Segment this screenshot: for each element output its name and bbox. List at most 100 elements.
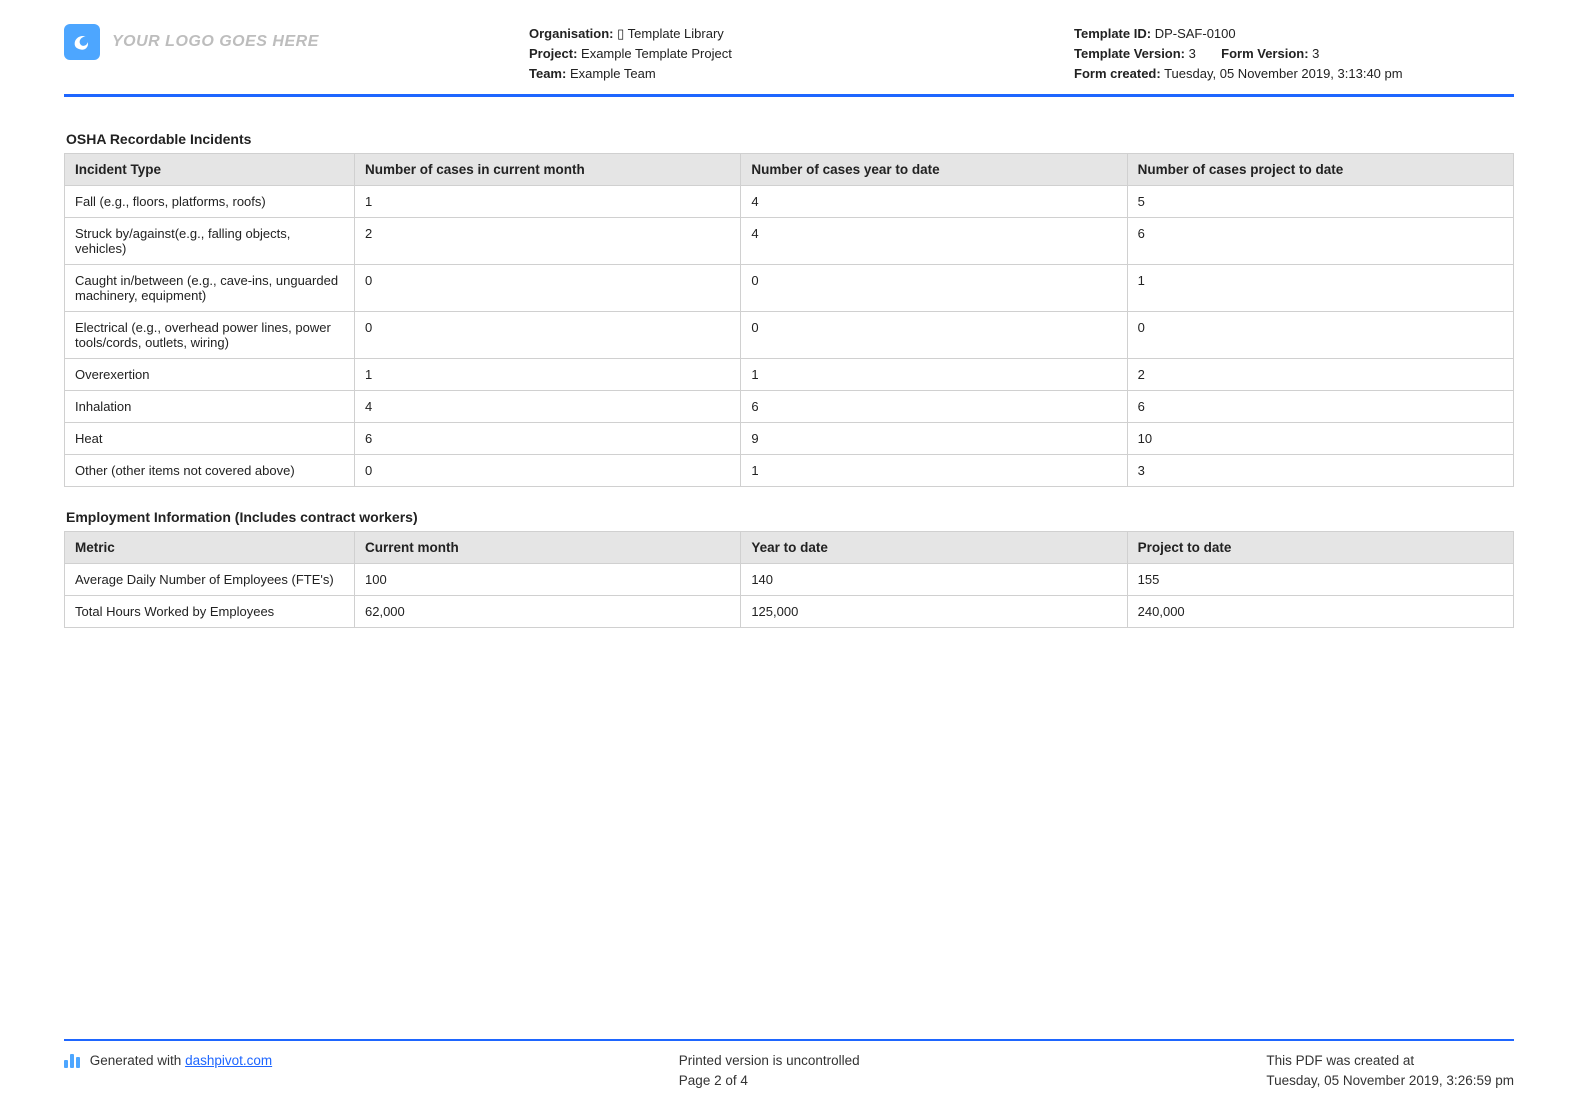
cell-ptd: 240,000 <box>1127 596 1513 628</box>
meta-organisation: Organisation: ▯ Template Library <box>529 24 929 44</box>
cell-ptd: 3 <box>1127 455 1513 487</box>
cell-current: 2 <box>355 218 741 265</box>
meta-template-id: Template ID: DP-SAF-0100 <box>1074 24 1514 44</box>
col-header-current-month: Current month <box>355 532 741 564</box>
form-created-value: Tuesday, 05 November 2019, 3:13:40 pm <box>1164 66 1402 81</box>
cell-incident-type: Electrical (e.g., overhead power lines, … <box>65 312 355 359</box>
cell-ytd: 4 <box>741 218 1127 265</box>
cell-current: 6 <box>355 423 741 455</box>
meta-form-created: Form created: Tuesday, 05 November 2019,… <box>1074 64 1514 84</box>
template-version-label: Template Version: <box>1074 46 1185 61</box>
cell-ytd: 9 <box>741 423 1127 455</box>
table-row: Total Hours Worked by Employees 62,000 1… <box>65 596 1514 628</box>
col-header-metric: Metric <box>65 532 355 564</box>
team-value: Example Team <box>570 66 656 81</box>
template-id-label: Template ID: <box>1074 26 1151 41</box>
meta-project: Project: Example Template Project <box>529 44 929 64</box>
cell-current: 0 <box>355 455 741 487</box>
created-label: This PDF was created at <box>1266 1051 1514 1071</box>
cell-incident-type: Caught in/between (e.g., cave-ins, ungua… <box>65 265 355 312</box>
cell-ytd: 4 <box>741 186 1127 218</box>
cell-current: 62,000 <box>355 596 741 628</box>
table-row: Overexertion 1 1 2 <box>65 359 1514 391</box>
table-header-row: Incident Type Number of cases in current… <box>65 154 1514 186</box>
header-meta-left: Organisation: ▯ Template Library Project… <box>509 24 929 84</box>
col-header-current-month: Number of cases in current month <box>355 154 741 186</box>
cell-current: 1 <box>355 186 741 218</box>
table-row: Average Daily Number of Employees (FTE's… <box>65 564 1514 596</box>
page-footer: Generated with dashpivot.com Printed ver… <box>64 1039 1514 1092</box>
dashpivot-bars-icon <box>64 1054 80 1068</box>
incidents-table: Incident Type Number of cases in current… <box>64 153 1514 487</box>
document-page: YOUR LOGO GOES HERE Organisation: ▯ Temp… <box>0 0 1578 1115</box>
employment-table: Metric Current month Year to date Projec… <box>64 531 1514 628</box>
meta-versions: Template Version: 3 Form Version: 3 <box>1074 44 1514 64</box>
footer-left: Generated with dashpivot.com <box>64 1051 272 1092</box>
cell-ytd: 0 <box>741 312 1127 359</box>
dashpivot-link[interactable]: dashpivot.com <box>185 1053 272 1068</box>
cell-ptd: 10 <box>1127 423 1513 455</box>
cell-current: 0 <box>355 265 741 312</box>
table-row: Inhalation 4 6 6 <box>65 391 1514 423</box>
organisation-value: ▯ Template Library <box>617 26 724 41</box>
cell-incident-type: Other (other items not covered above) <box>65 455 355 487</box>
cell-ptd: 1 <box>1127 265 1513 312</box>
cell-ytd: 1 <box>741 359 1127 391</box>
created-value: Tuesday, 05 November 2019, 3:26:59 pm <box>1266 1071 1514 1091</box>
cell-ptd: 2 <box>1127 359 1513 391</box>
cell-incident-type: Heat <box>65 423 355 455</box>
cell-current: 100 <box>355 564 741 596</box>
col-header-project-to-date: Project to date <box>1127 532 1513 564</box>
cell-ytd: 140 <box>741 564 1127 596</box>
table-row: Heat 6 9 10 <box>65 423 1514 455</box>
project-label: Project: <box>529 46 577 61</box>
template-version-value: 3 <box>1189 46 1196 61</box>
col-header-incident-type: Incident Type <box>65 154 355 186</box>
cell-incident-type: Overexertion <box>65 359 355 391</box>
logo-swirl-icon <box>71 31 93 53</box>
logo-placeholder-text: YOUR LOGO GOES HERE <box>112 33 319 51</box>
team-label: Team: <box>529 66 566 81</box>
cell-incident-type: Fall (e.g., floors, platforms, roofs) <box>65 186 355 218</box>
cell-incident-type: Struck by/against(e.g., falling objects,… <box>65 218 355 265</box>
table-row: Fall (e.g., floors, platforms, roofs) 1 … <box>65 186 1514 218</box>
cell-ptd: 0 <box>1127 312 1513 359</box>
section-title-incidents: OSHA Recordable Incidents <box>66 131 1514 147</box>
printed-note: Printed version is uncontrolled <box>679 1051 860 1071</box>
cell-incident-type: Inhalation <box>65 391 355 423</box>
page-header: YOUR LOGO GOES HERE Organisation: ▯ Temp… <box>64 24 1514 97</box>
project-value: Example Template Project <box>581 46 732 61</box>
table-row: Struck by/against(e.g., falling objects,… <box>65 218 1514 265</box>
header-logo-block: YOUR LOGO GOES HERE <box>64 24 364 60</box>
logo-icon <box>64 24 100 60</box>
header-meta-right: Template ID: DP-SAF-0100 Template Versio… <box>1074 24 1514 84</box>
cell-ytd: 6 <box>741 391 1127 423</box>
cell-current: 1 <box>355 359 741 391</box>
cell-metric: Average Daily Number of Employees (FTE's… <box>65 564 355 596</box>
table-header-row: Metric Current month Year to date Projec… <box>65 532 1514 564</box>
col-header-year-to-date: Number of cases year to date <box>741 154 1127 186</box>
meta-team: Team: Example Team <box>529 64 929 84</box>
template-id-value: DP-SAF-0100 <box>1155 26 1236 41</box>
col-header-project-to-date: Number of cases project to date <box>1127 154 1513 186</box>
section-title-employment: Employment Information (Includes contrac… <box>66 509 1514 525</box>
cell-ptd: 6 <box>1127 391 1513 423</box>
generated-prefix: Generated with <box>90 1053 185 1068</box>
table-row: Other (other items not covered above) 0 … <box>65 455 1514 487</box>
form-version-value: 3 <box>1312 46 1319 61</box>
table-row: Caught in/between (e.g., cave-ins, ungua… <box>65 265 1514 312</box>
footer-right: This PDF was created at Tuesday, 05 Nove… <box>1266 1051 1514 1092</box>
col-header-year-to-date: Year to date <box>741 532 1127 564</box>
footer-center: Printed version is uncontrolled Page 2 o… <box>679 1051 860 1092</box>
cell-ptd: 155 <box>1127 564 1513 596</box>
cell-ytd: 0 <box>741 265 1127 312</box>
form-created-label: Form created: <box>1074 66 1161 81</box>
cell-current: 4 <box>355 391 741 423</box>
cell-metric: Total Hours Worked by Employees <box>65 596 355 628</box>
cell-ytd: 1 <box>741 455 1127 487</box>
organisation-label: Organisation: <box>529 26 614 41</box>
cell-ptd: 5 <box>1127 186 1513 218</box>
cell-ptd: 6 <box>1127 218 1513 265</box>
cell-current: 0 <box>355 312 741 359</box>
cell-ytd: 125,000 <box>741 596 1127 628</box>
